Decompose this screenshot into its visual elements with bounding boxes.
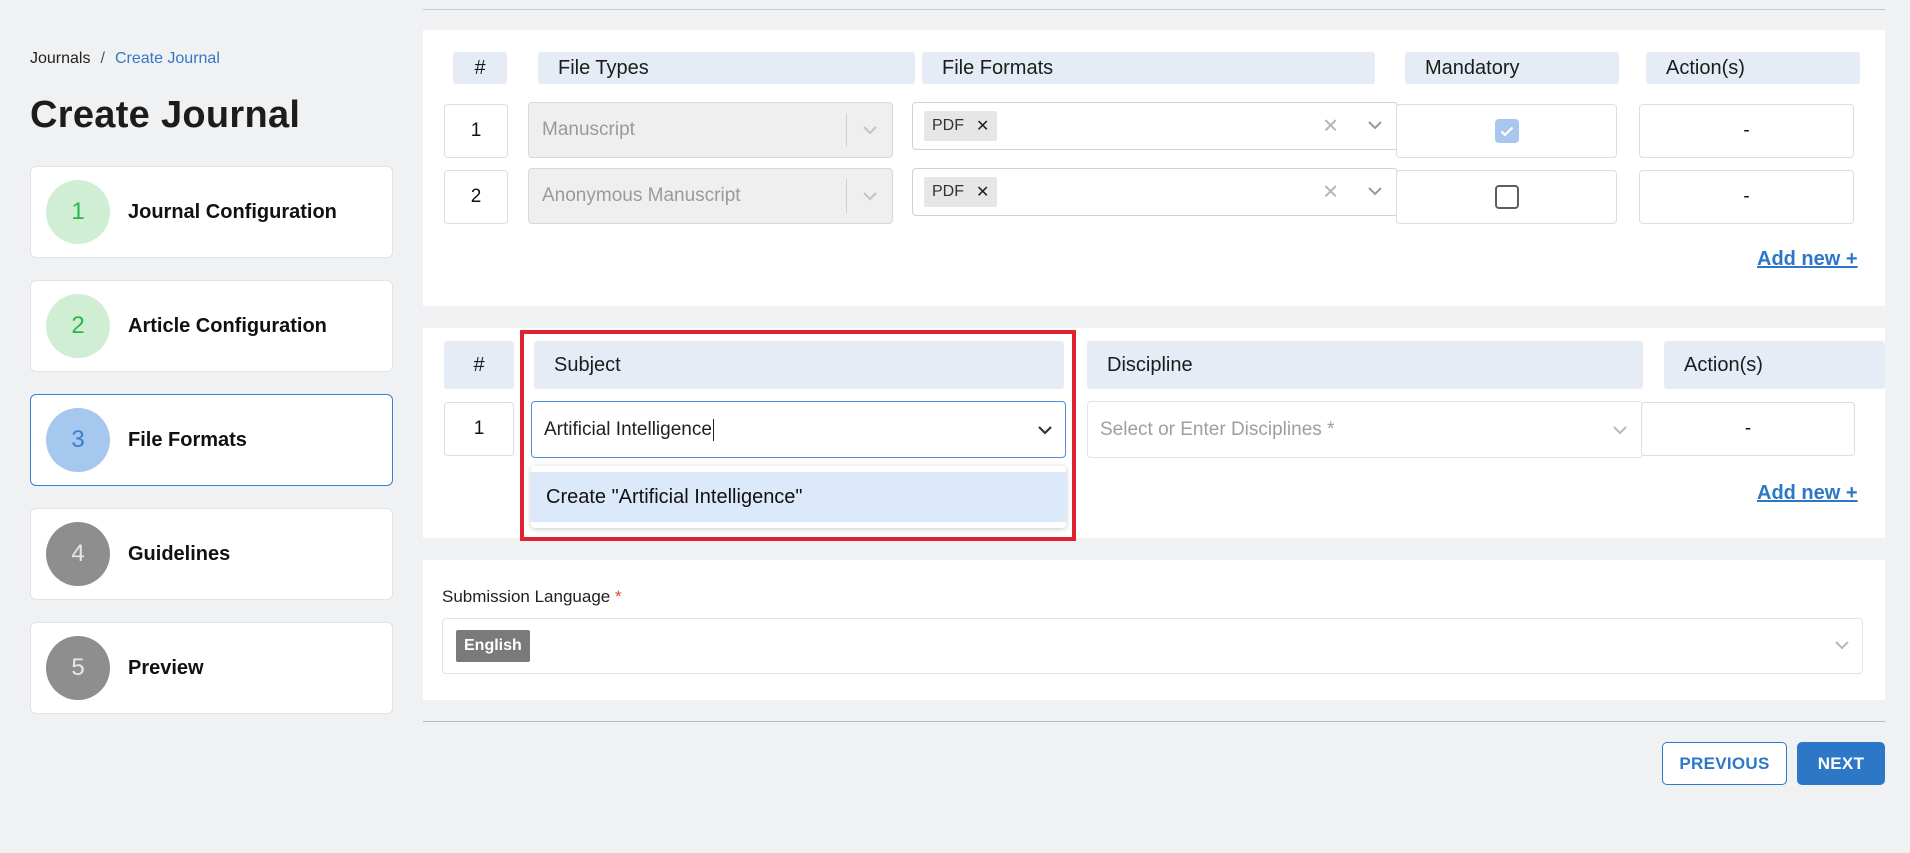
step-article-configuration[interactable]: 2 Article Configuration [30, 280, 393, 372]
chevron-down-icon[interactable] [1834, 637, 1850, 655]
step-label: Article Configuration [128, 314, 327, 337]
step-label: Journal Configuration [128, 200, 337, 223]
discipline-placeholder: Select or Enter Disciplines * [1100, 418, 1335, 440]
required-mark: * [614, 587, 622, 606]
format-chip: PDF ✕ [924, 111, 998, 141]
mandatory-checkbox[interactable] [1494, 119, 1519, 143]
step-number: 4 [46, 522, 110, 586]
header-actions: Action(s) [1646, 52, 1860, 84]
page-title: Create Journal [30, 94, 301, 136]
step-number: 2 [46, 294, 110, 358]
step-number: 5 [46, 636, 110, 700]
divider [846, 113, 847, 147]
chevron-down-icon [862, 119, 878, 141]
chevron-down-icon[interactable] [1367, 117, 1383, 135]
breadcrumb: Journals / Create Journal [30, 50, 220, 68]
step-journal-configuration[interactable]: 1 Journal Configuration [30, 166, 393, 258]
remove-chip-icon[interactable]: ✕ [976, 182, 989, 202]
step-label: Preview [128, 656, 204, 679]
header-actions: Action(s) [1664, 341, 1885, 389]
file-type-select: Manuscript [528, 102, 893, 158]
label-text: Submission Language [442, 587, 611, 606]
breadcrumb-journals-link[interactable]: Journals [30, 50, 90, 68]
previous-button[interactable]: PREVIOUS [1662, 742, 1787, 785]
row-index: 1 [444, 402, 514, 456]
step-number: 1 [46, 180, 110, 244]
header-mandatory: Mandatory [1405, 52, 1619, 84]
step-label: Guidelines [128, 542, 231, 565]
mandatory-checkbox[interactable] [1494, 185, 1519, 209]
file-types-panel: # File Types File Formats Mandatory Acti… [423, 30, 1885, 306]
add-file-type-link[interactable]: Add new + [1757, 248, 1858, 271]
action-cell: - [1639, 104, 1854, 158]
next-button[interactable]: NEXT [1797, 742, 1885, 785]
row-index: 2 [444, 170, 508, 224]
header-index: # [453, 52, 507, 84]
action-cell: - [1639, 170, 1854, 224]
file-format-select[interactable]: PDF ✕ ✕ [912, 102, 1398, 150]
step-number: 3 [46, 408, 110, 472]
clear-icon[interactable]: ✕ [1322, 114, 1339, 139]
row-index: 1 [444, 104, 508, 158]
subject-panel: # Subject Discipline Action(s) 1 Artific… [423, 328, 1885, 541]
step-preview[interactable]: 5 Preview [30, 622, 393, 714]
file-format-select[interactable]: PDF ✕ ✕ [912, 168, 1398, 216]
step-label: File Formats [128, 428, 247, 451]
header-index: # [444, 341, 514, 389]
submission-language-select[interactable]: English [442, 618, 1863, 674]
submission-language-panel: Submission Language * English [423, 560, 1885, 700]
file-type-value: Anonymous Manuscript [542, 185, 741, 206]
chevron-down-icon [862, 185, 878, 207]
divider [423, 9, 1885, 10]
action-cell: - [1641, 402, 1855, 456]
divider [423, 721, 1885, 722]
format-chip-label: PDF [932, 117, 964, 134]
file-type-select: Anonymous Manuscript [528, 168, 893, 224]
header-file-types: File Types [538, 52, 915, 84]
header-discipline: Discipline [1087, 341, 1643, 389]
breadcrumb-separator: / [100, 50, 105, 67]
mandatory-cell [1396, 170, 1617, 224]
step-guidelines[interactable]: 4 Guidelines [30, 508, 393, 600]
chevron-down-icon[interactable] [1612, 419, 1628, 441]
discipline-select[interactable]: Select or Enter Disciplines * [1087, 401, 1643, 458]
chevron-down-icon[interactable] [1367, 183, 1383, 201]
file-type-value: Manuscript [542, 119, 635, 140]
submission-language-label: Submission Language * [442, 587, 622, 607]
step-file-formats[interactable]: 3 File Formats [30, 394, 393, 486]
breadcrumb-current: Create Journal [114, 50, 220, 67]
mandatory-cell [1396, 104, 1617, 158]
divider [846, 179, 847, 213]
clear-icon[interactable]: ✕ [1322, 180, 1339, 205]
language-chip: English [456, 630, 530, 662]
format-chip-label: PDF [932, 183, 964, 200]
highlight-box [520, 330, 1076, 541]
remove-chip-icon[interactable]: ✕ [976, 116, 989, 136]
add-subject-link[interactable]: Add new + [1757, 482, 1858, 505]
stepper: 1 Journal Configuration 2 Article Config… [30, 166, 393, 736]
header-file-formats: File Formats [922, 52, 1375, 84]
format-chip: PDF ✕ [924, 177, 998, 207]
